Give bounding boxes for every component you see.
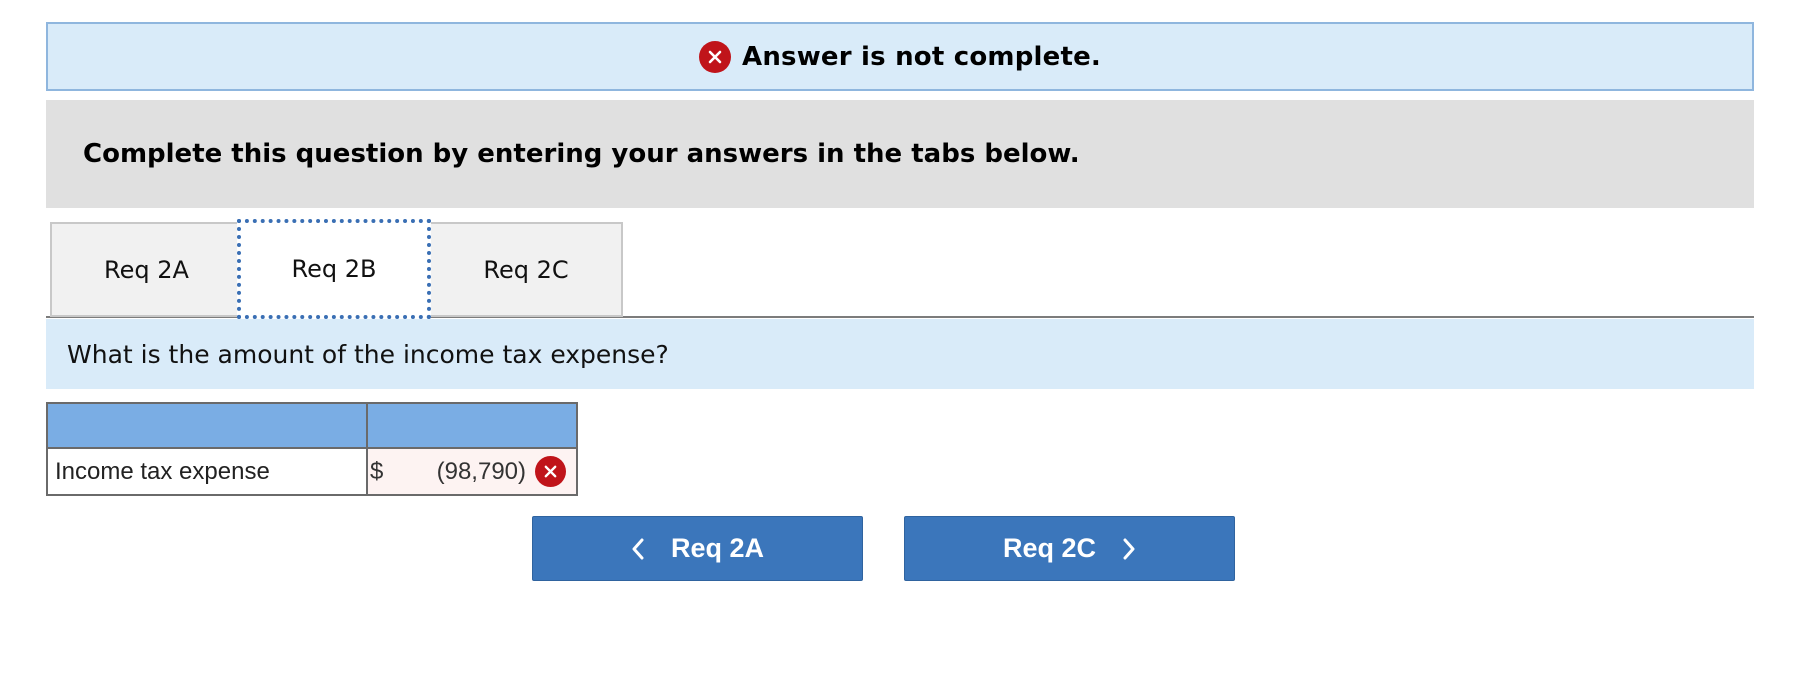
incorrect-x-icon: [535, 456, 566, 487]
tab-label: Req 2C: [483, 255, 569, 284]
chevron-left-icon: [631, 538, 645, 560]
table-header-row: [48, 404, 576, 449]
next-req-label: Req 2C: [1002, 533, 1097, 563]
tab-label: Req 2A: [104, 255, 189, 284]
chevron-right-icon: [1122, 538, 1136, 560]
error-x-icon: [699, 40, 731, 73]
tab-req-2c[interactable]: Req 2C: [431, 222, 623, 317]
prev-req-label: Req 2A: [670, 533, 765, 563]
instruction-panel: Complete this question by entering your …: [46, 100, 1754, 208]
question-text: What is the amount of the income tax exp…: [67, 339, 669, 369]
answer-status-text: Answer is not complete.: [742, 41, 1101, 72]
income-tax-expense-label: Income tax expense: [55, 457, 270, 485]
tab-req-2a[interactable]: Req 2A: [50, 222, 241, 317]
prev-req-button[interactable]: Req 2A: [532, 516, 863, 581]
currency-symbol: $: [370, 457, 384, 485]
table-row: Income tax expense $ (98,790): [48, 449, 576, 494]
question-bar: What is the amount of the income tax exp…: [46, 319, 1754, 389]
tab-label: Req 2B: [291, 255, 377, 283]
next-req-button[interactable]: Req 2C: [904, 516, 1235, 581]
row-label: Income tax expense: [48, 449, 366, 494]
income-tax-expense-input[interactable]: $ (98,790): [368, 449, 576, 494]
column-divider: [366, 404, 368, 449]
instruction-text: Complete this question by entering your …: [83, 139, 1080, 169]
answer-table: Income tax expense $ (98,790): [46, 402, 578, 496]
tab-req-2b[interactable]: Req 2B: [237, 219, 431, 319]
answer-status-banner: Answer is not complete.: [46, 22, 1754, 91]
amount-value: (98,790): [436, 457, 526, 485]
requirement-tabs: Req 2A Req 2B Req 2C: [46, 219, 1754, 319]
